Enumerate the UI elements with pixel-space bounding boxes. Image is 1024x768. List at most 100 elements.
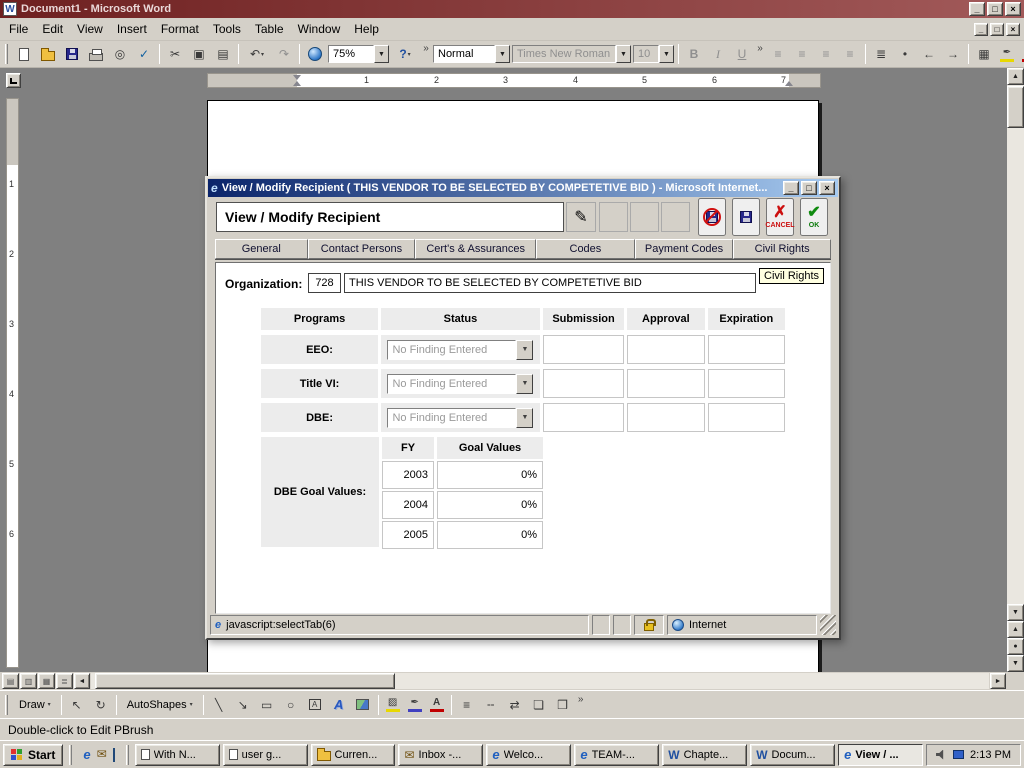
numbering-button[interactable]: ≣ bbox=[870, 43, 892, 65]
taskband-grip[interactable] bbox=[126, 745, 129, 765]
tab-general[interactable]: General bbox=[215, 239, 308, 259]
toolbar-overflow-chevron[interactable]: » bbox=[755, 43, 765, 65]
web-layout-view-button[interactable]: ▥ bbox=[20, 673, 37, 689]
organization-id-field[interactable]: 728 bbox=[308, 273, 341, 293]
oval-tool-button[interactable]: ○ bbox=[280, 694, 302, 716]
taskbar-button-curren[interactable]: Curren... bbox=[311, 744, 396, 766]
align-right-button[interactable]: ≡ bbox=[815, 43, 837, 65]
previous-page-button[interactable]: ▲ bbox=[1007, 621, 1024, 638]
tab-codes[interactable]: Codes bbox=[536, 239, 635, 259]
toolbar-overflow-chevron[interactable]: » bbox=[576, 694, 586, 716]
arrow-tool-button[interactable]: ↘ bbox=[232, 694, 254, 716]
align-center-button[interactable]: ≡ bbox=[791, 43, 813, 65]
zoom-value[interactable]: 75% bbox=[328, 45, 374, 63]
quick-launch-show-desktop-button[interactable] bbox=[113, 749, 115, 761]
fill-color-button[interactable]: ▨ bbox=[383, 694, 403, 716]
taskbar-button-user-g[interactable]: user g... bbox=[223, 744, 308, 766]
word-minimize-button[interactable]: _ bbox=[969, 2, 985, 16]
style-dropdown-arrow[interactable]: ▼ bbox=[495, 45, 510, 63]
font-dropdown-arrow[interactable]: ▼ bbox=[616, 45, 631, 63]
line-style-button[interactable]: ≡ bbox=[456, 694, 478, 716]
toolbar-grip[interactable] bbox=[5, 44, 8, 64]
title-vi-status-dropdown[interactable]: No Finding Entered ▼ bbox=[387, 374, 533, 394]
dialog-maximize-button[interactable]: □ bbox=[801, 181, 817, 195]
free-rotate-button[interactable]: ↻ bbox=[90, 694, 112, 716]
style-value[interactable]: Normal bbox=[433, 45, 495, 63]
horizontal-scroll-thumb[interactable] bbox=[95, 673, 395, 689]
font-color-button[interactable]: A bbox=[427, 694, 447, 716]
copy-button[interactable]: ▣ bbox=[188, 43, 210, 65]
scroll-up-button[interactable]: ▲ bbox=[1007, 68, 1024, 85]
scroll-down-button[interactable]: ▼ bbox=[1007, 604, 1024, 621]
rectangle-tool-button[interactable]: ▭ bbox=[256, 694, 278, 716]
dropdown-arrow-icon[interactable]: ▼ bbox=[516, 408, 533, 428]
taskbar-button-docum[interactable]: W Docum... bbox=[750, 744, 835, 766]
align-left-button[interactable]: ≡ bbox=[767, 43, 789, 65]
web-toolbar-button[interactable] bbox=[304, 43, 326, 65]
help-dropdown-arrow[interactable]: ▾ bbox=[408, 51, 411, 58]
font-size-dropdown-arrow[interactable]: ▼ bbox=[659, 45, 674, 63]
word-maximize-button[interactable]: □ bbox=[987, 2, 1003, 16]
dropdown-arrow-icon[interactable]: ▼ bbox=[516, 340, 533, 360]
clock[interactable]: 2:13 PM bbox=[970, 749, 1011, 761]
scroll-right-button[interactable]: ► bbox=[990, 673, 1006, 689]
print-preview-button[interactable]: ◎ bbox=[109, 43, 131, 65]
menu-file[interactable]: File bbox=[2, 19, 35, 39]
word-close-button[interactable]: × bbox=[1005, 2, 1021, 16]
taskbar-button-view-modify[interactable]: e View / ... bbox=[838, 744, 923, 766]
spelling-button[interactable]: ✓ bbox=[133, 43, 155, 65]
menu-insert[interactable]: Insert bbox=[110, 19, 154, 39]
first-line-indent-marker[interactable] bbox=[293, 75, 301, 80]
dialog-titlebar[interactable]: e View / Modify Recipient ( THIS VENDOR … bbox=[208, 179, 838, 197]
cancel-button[interactable]: ✗ CANCEL bbox=[766, 198, 794, 236]
select-browse-object-button[interactable]: ● bbox=[1007, 638, 1024, 655]
text-box-button[interactable]: A bbox=[304, 694, 326, 716]
bold-button[interactable]: B bbox=[683, 43, 705, 65]
insert-clipart-button[interactable] bbox=[352, 694, 374, 716]
dialog-minimize-button[interactable]: _ bbox=[783, 181, 799, 195]
font-combo[interactable]: Times New Roman ▼ bbox=[512, 44, 631, 64]
vertical-ruler[interactable]: 1 2 3 4 5 6 bbox=[6, 98, 19, 668]
doc-close-button[interactable]: × bbox=[1006, 23, 1020, 36]
horizontal-scrollbar[interactable] bbox=[91, 673, 989, 689]
cut-button[interactable]: ✂ bbox=[164, 43, 186, 65]
taskbar-button-with-n[interactable]: With N... bbox=[135, 744, 220, 766]
print-layout-view-button[interactable]: ▦ bbox=[38, 673, 55, 689]
vertical-scrollbar[interactable]: ▲ ▼ ▲ ● ▼ bbox=[1007, 68, 1024, 672]
vertical-scroll-thumb[interactable] bbox=[1007, 86, 1024, 128]
new-document-button[interactable] bbox=[13, 43, 35, 65]
tab-stop-selector[interactable] bbox=[6, 73, 21, 88]
display-tray-icon[interactable] bbox=[953, 750, 964, 759]
bullets-button[interactable]: • bbox=[894, 43, 916, 65]
quick-launch-grip[interactable] bbox=[69, 745, 72, 765]
menu-help[interactable]: Help bbox=[347, 19, 386, 39]
menu-view[interactable]: View bbox=[70, 19, 110, 39]
justify-button[interactable]: ≡ bbox=[839, 43, 861, 65]
taskbar-button-welco[interactable]: e Welco... bbox=[486, 744, 571, 766]
dialog-close-button[interactable]: × bbox=[819, 181, 835, 195]
quick-launch-mail-button[interactable]: ✉ bbox=[97, 748, 107, 761]
taskbar-button-inbox[interactable]: ✉ Inbox -... bbox=[398, 744, 483, 766]
dash-style-button[interactable]: ╌ bbox=[480, 694, 502, 716]
doc-minimize-button[interactable]: _ bbox=[974, 23, 988, 36]
font-color-button[interactable]: A bbox=[1019, 43, 1024, 65]
next-page-button[interactable]: ▼ bbox=[1007, 655, 1024, 672]
quick-launch-ie-button[interactable]: e bbox=[83, 748, 90, 762]
undo-dropdown-arrow[interactable]: ▾ bbox=[261, 51, 264, 58]
toolbar-overflow-chevron[interactable]: » bbox=[421, 43, 431, 65]
font-size-combo[interactable]: 10 ▼ bbox=[633, 44, 674, 64]
ok-button[interactable]: ✔ OK bbox=[800, 198, 828, 236]
hanging-indent-marker[interactable] bbox=[293, 81, 301, 86]
taskbar-button-chapte[interactable]: W Chapte... bbox=[662, 744, 747, 766]
edit-button[interactable]: ✎ bbox=[566, 202, 596, 232]
taskbar-button-team[interactable]: e TEAM-... bbox=[574, 744, 659, 766]
decrease-indent-button[interactable]: ← bbox=[918, 43, 940, 65]
scroll-left-button[interactable]: ◄ bbox=[74, 673, 90, 689]
volume-icon[interactable] bbox=[936, 750, 947, 760]
organization-name-field[interactable]: THIS VENDOR TO BE SELECTED BY COMPETETIV… bbox=[344, 273, 756, 293]
tab-payment-codes[interactable]: Payment Codes bbox=[635, 239, 734, 259]
select-objects-button[interactable]: ↖ bbox=[66, 694, 88, 716]
font-size-value[interactable]: 10 bbox=[633, 45, 659, 63]
doc-restore-button[interactable]: □ bbox=[990, 23, 1004, 36]
dropdown-arrow-icon[interactable]: ▼ bbox=[516, 374, 533, 394]
